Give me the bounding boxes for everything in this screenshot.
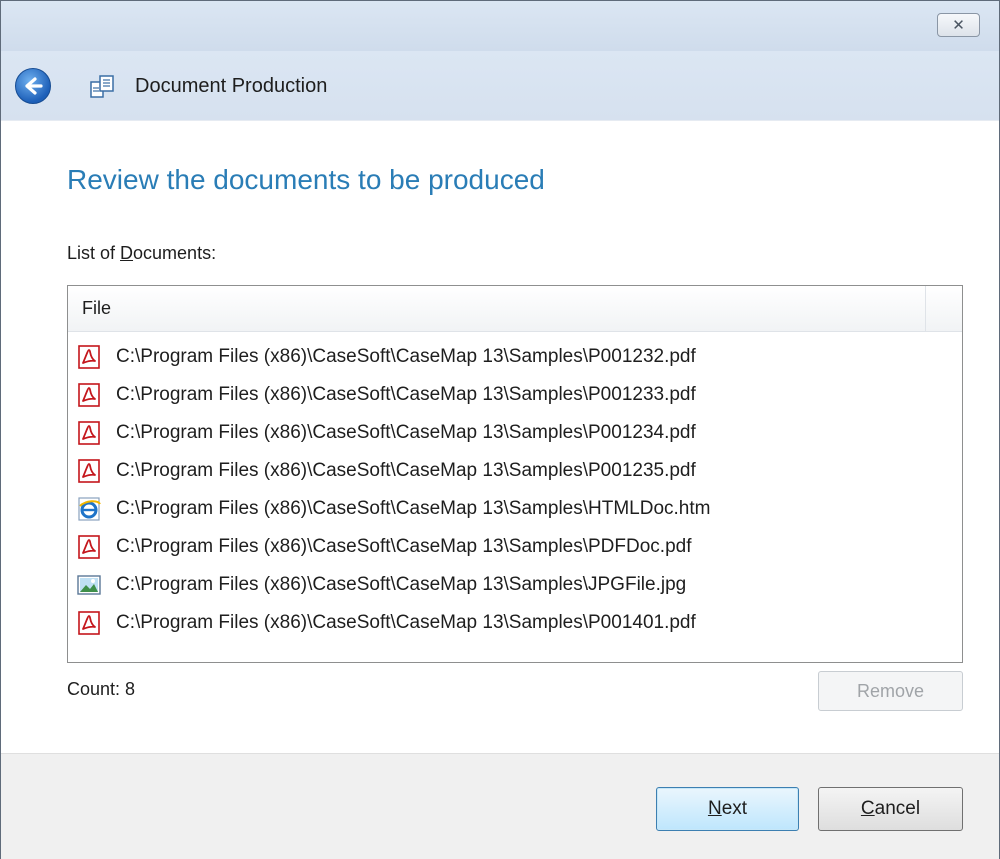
cancel-label-rest: ancel: [874, 798, 921, 819]
close-icon: ✕: [952, 16, 965, 34]
next-mnemonic: N: [707, 798, 722, 819]
list-item[interactable]: C:\Program Files (x86)\CaseSoft\CaseMap …: [68, 528, 962, 566]
back-button[interactable]: [15, 68, 51, 104]
title-bar: ✕: [1, 1, 999, 51]
cancel-mnemonic: C: [860, 798, 875, 819]
cancel-button[interactable]: Cancel: [818, 787, 963, 831]
file-path: C:\Program Files (x86)\CaseSoft\CaseMap …: [116, 536, 692, 557]
list-item[interactable]: C:\Program Files (x86)\CaseSoft\CaseMap …: [68, 414, 962, 452]
next-button[interactable]: Next: [656, 787, 799, 831]
pdf-icon: [76, 382, 102, 408]
file-path: C:\Program Files (x86)\CaseSoft\CaseMap …: [116, 498, 711, 519]
file-path: C:\Program Files (x86)\CaseSoft\CaseMap …: [116, 384, 696, 405]
page-heading: Review the documents to be produced: [67, 164, 545, 195]
back-arrow-icon: [25, 77, 43, 95]
list-item[interactable]: C:\Program Files (x86)\CaseSoft\CaseMap …: [68, 566, 962, 604]
close-button[interactable]: ✕: [937, 13, 980, 37]
next-label-rest: ext: [721, 798, 748, 819]
file-path: C:\Program Files (x86)\CaseSoft\CaseMap …: [116, 346, 696, 367]
documents-list-label: List of Documents:: [67, 243, 216, 264]
list-item[interactable]: C:\Program Files (x86)\CaseSoft\CaseMap …: [68, 452, 962, 490]
file-path: C:\Program Files (x86)\CaseSoft\CaseMap …: [116, 422, 696, 443]
list-item[interactable]: C:\Program Files (x86)\CaseSoft\CaseMap …: [68, 338, 962, 376]
document-production-dialog: ✕ Document Production Review the documen…: [0, 0, 1000, 859]
list-column-header: File: [68, 286, 962, 332]
image-file-icon: [76, 572, 102, 598]
pdf-icon: [76, 458, 102, 484]
file-path: C:\Program Files (x86)\CaseSoft\CaseMap …: [116, 574, 687, 595]
document-production-icon: [90, 75, 114, 98]
list-item[interactable]: C:\Program Files (x86)\CaseSoft\CaseMap …: [68, 376, 962, 414]
column-header-file[interactable]: File: [68, 286, 926, 331]
pdf-icon: [76, 420, 102, 446]
list-label-rest: ocuments:: [133, 243, 217, 263]
html-document-icon: [76, 496, 102, 522]
wizard-footer: Next Cancel: [1, 753, 999, 859]
list-label-mnemonic: D: [120, 243, 134, 263]
remove-button[interactable]: Remove: [818, 671, 963, 711]
wizard-header: Document Production: [1, 51, 999, 121]
pdf-icon: [76, 534, 102, 560]
document-count: Count: 8: [67, 679, 136, 699]
list-item[interactable]: C:\Program Files (x86)\CaseSoft\CaseMap …: [68, 604, 962, 642]
window-title: Document Production: [135, 75, 328, 97]
list-label-prefix: List of: [67, 243, 121, 263]
list-item[interactable]: C:\Program Files (x86)\CaseSoft\CaseMap …: [68, 490, 962, 528]
pdf-icon: [76, 610, 102, 636]
file-path: C:\Program Files (x86)\CaseSoft\CaseMap …: [116, 460, 696, 481]
file-path: C:\Program Files (x86)\CaseSoft\CaseMap …: [116, 612, 696, 633]
documents-list[interactable]: File C:\Program Files (x86)\CaseSoft\Cas…: [67, 285, 963, 663]
pdf-icon: [76, 344, 102, 370]
documents-list-rows: C:\Program Files (x86)\CaseSoft\CaseMap …: [68, 338, 962, 642]
